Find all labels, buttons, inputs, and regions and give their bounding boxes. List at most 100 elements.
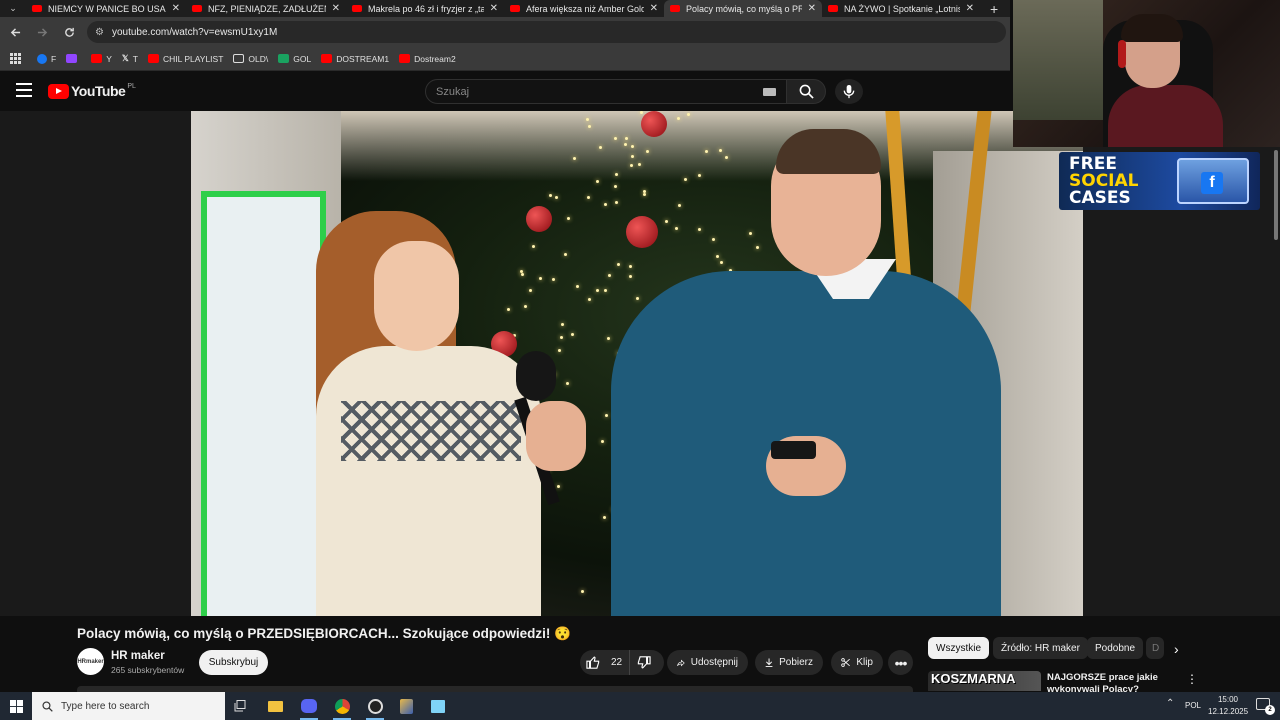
search-input[interactable]: Szukaj — [425, 79, 787, 104]
share-icon — [677, 659, 685, 666]
browser-tab[interactable]: NA ŻYWO | Spotkanie „Lotnisko”✕ — [822, 0, 980, 17]
notepad-icon — [431, 699, 445, 713]
bookmark-chil-playlist[interactable]: CHIL PLAYLIST — [147, 54, 223, 64]
app-icon — [399, 698, 413, 714]
chevron-right-icon[interactable]: › — [1174, 641, 1179, 657]
chip-from-channel[interactable]: Źródło: HR maker — [993, 637, 1088, 659]
bookmark-x[interactable]: 𝕏T — [122, 53, 138, 64]
bookmark-dostream1[interactable]: DOSTREAM1 — [321, 54, 389, 64]
like-button[interactable]: 22 — [580, 650, 630, 675]
page-scrollbar[interactable] — [1274, 150, 1278, 240]
tree-light — [585, 118, 589, 122]
browser-tab[interactable]: NFZ, PIENIĄDZE, ZADŁUŻENIE SZPITALI✕ — [186, 0, 346, 17]
youtube-logo[interactable]: YouTube PL — [48, 83, 136, 99]
chip-next[interactable]: D — [1146, 637, 1164, 659]
close-tab-icon[interactable]: ✕ — [966, 3, 974, 14]
clock[interactable]: 15:00 12.12.2025 — [1208, 694, 1248, 718]
browser-tab-strip: ⌄ NIEMCY W PANICE BO USA STAWIA✕ NFZ, PI… — [0, 0, 1010, 17]
start-button[interactable] — [0, 692, 32, 720]
tree-light — [576, 284, 580, 288]
tree-light — [587, 124, 591, 128]
gol-icon — [278, 54, 290, 63]
close-tab-icon[interactable]: ✕ — [332, 3, 340, 14]
close-tab-icon[interactable]: ✕ — [808, 3, 816, 14]
chrome-button[interactable] — [329, 696, 355, 720]
keyboard-icon[interactable] — [763, 88, 776, 96]
ad-banner[interactable]: FREE SOCIAL CASES f — [1059, 152, 1260, 210]
close-tab-icon[interactable]: ✕ — [172, 3, 180, 14]
tree-light — [643, 193, 647, 197]
browser-tab[interactable]: Afera większa niż Amber Gold? ✕ — [504, 0, 664, 17]
arrow-left-icon — [10, 27, 20, 37]
thumbs-down-icon — [637, 656, 651, 669]
chevron-up-icon[interactable]: ⌃ — [1166, 698, 1174, 709]
browser-tab[interactable]: NIEMCY W PANICE BO USA STAWIA✕ — [26, 0, 186, 17]
channel-name[interactable]: HR maker — [111, 650, 165, 662]
obs-button[interactable] — [362, 696, 388, 720]
chip-related[interactable]: Podobne — [1087, 637, 1144, 659]
tree-light — [570, 332, 574, 336]
bookmark-gol[interactable]: GOL — [278, 54, 311, 64]
browser-tab-active[interactable]: Polacy mówią, co myślą o PRZEDSIĘBIORCAC… — [664, 0, 822, 17]
notification-icon[interactable]: 2 — [1256, 698, 1275, 715]
forward-button[interactable] — [30, 20, 54, 44]
discord-button[interactable] — [296, 696, 322, 720]
youtube-favicon-icon — [828, 5, 838, 12]
tree-light — [548, 194, 552, 198]
tree-light — [748, 232, 752, 236]
dislike-button[interactable] — [630, 650, 664, 675]
tree-light — [614, 201, 618, 205]
bookmark-youtube[interactable]: Y — [91, 54, 112, 64]
recommended-video-title[interactable]: NAJGORSZE prace jakie wykonywali Polacy? — [1047, 672, 1177, 692]
tree-light — [564, 252, 568, 256]
search-icon — [799, 84, 814, 99]
tab-search-dropdown[interactable]: ⌄ — [0, 0, 26, 17]
download-icon — [765, 658, 773, 668]
app-button[interactable] — [393, 696, 419, 716]
bookmark-dostream2[interactable]: Dostream2 — [399, 54, 456, 64]
search-button[interactable] — [786, 79, 826, 104]
menu-icon[interactable] — [16, 83, 32, 97]
voice-search-button[interactable] — [835, 79, 863, 104]
youtube-favicon-icon — [352, 5, 362, 12]
site-settings-icon[interactable]: ⚙ — [95, 27, 104, 38]
new-tab-button[interactable]: + — [980, 1, 1008, 17]
tree-light — [716, 254, 720, 258]
notepad-button[interactable] — [425, 696, 451, 716]
twitch-icon — [66, 54, 78, 63]
tree-light — [595, 289, 599, 293]
reload-button[interactable] — [57, 20, 81, 44]
file-explorer-button[interactable] — [262, 696, 288, 716]
back-button[interactable] — [3, 20, 27, 44]
tree-light — [683, 177, 687, 181]
bookmark-twitch[interactable] — [66, 54, 81, 63]
streamer-webcam — [1013, 0, 1280, 147]
input-language[interactable]: POL — [1185, 701, 1201, 710]
apps-grid-icon[interactable] — [10, 53, 21, 64]
recommended-video-thumbnail[interactable]: KOSZMARNA — [928, 671, 1041, 691]
close-tab-icon[interactable]: ✕ — [650, 3, 658, 14]
channel-avatar[interactable]: HRmaker — [77, 648, 104, 675]
video-player[interactable] — [191, 111, 1083, 616]
clip-button[interactable]: Klip — [831, 650, 883, 675]
subscriber-count: 265 subskrybentów — [111, 665, 185, 675]
chip-all[interactable]: Wszystkie — [928, 637, 989, 659]
bookmark-facebook[interactable]: F — [37, 53, 56, 64]
tree-light — [628, 265, 632, 269]
address-bar[interactable]: ⚙ youtube.com/watch?v=ewsmU1xy1M — [87, 21, 1006, 43]
tree-light — [756, 245, 760, 249]
bookmark-folder-old[interactable]: OLD\ — [233, 54, 268, 64]
task-view-button[interactable] — [228, 696, 254, 716]
windows-taskbar: Type here to search ⌃ POL 15:00 12.12.20… — [0, 692, 1280, 720]
tree-light — [624, 136, 628, 140]
tree-light — [604, 413, 608, 417]
close-tab-icon[interactable]: ✕ — [490, 3, 498, 14]
download-button[interactable]: Pobierz — [755, 650, 823, 675]
taskbar-search-input[interactable]: Type here to search — [32, 692, 225, 720]
kebab-menu-icon[interactable]: ⋮ — [1186, 672, 1198, 686]
browser-tab[interactable]: Makrela po 46 zł i fryzjer z „tak” ✕ — [346, 0, 504, 17]
share-button[interactable]: Udostępnij — [667, 650, 748, 675]
tree-light — [698, 228, 702, 232]
more-actions-button[interactable]: ••• — [888, 650, 913, 675]
subscribe-button[interactable]: Subskrybuj — [199, 650, 268, 675]
